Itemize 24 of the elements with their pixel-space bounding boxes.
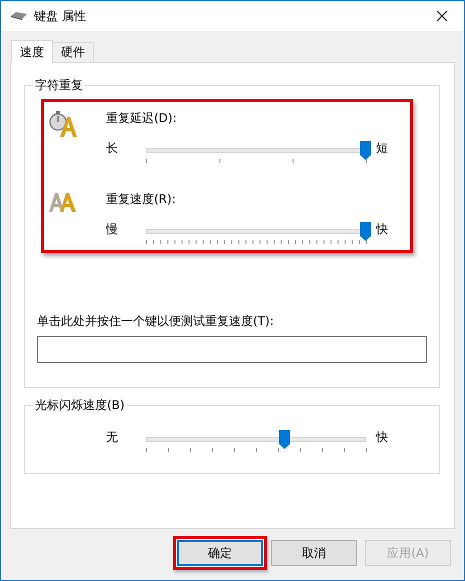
letters-icon [48, 191, 78, 213]
dialog-button[interactable]: 确定 [177, 540, 263, 566]
group-title: 光标闪烁速度(B) [33, 397, 127, 414]
slider-min-label: 长 [106, 141, 119, 155]
slider-thumb[interactable] [360, 141, 371, 160]
slider-max-label: 快 [376, 222, 388, 236]
tab[interactable]: 速度 [11, 40, 53, 63]
close-icon [436, 10, 448, 22]
slider-max-label: 快 [376, 430, 388, 444]
input-field[interactable] [37, 336, 427, 363]
keyboard-icon [10, 11, 28, 21]
slider-thumb[interactable] [278, 430, 290, 449]
slider-min-label: 慢 [106, 222, 119, 236]
window-title: 键盘 属性 [34, 8, 86, 24]
group-title: 字符重复 [33, 77, 85, 94]
slider-label: 重复延迟(D): [106, 110, 178, 127]
slider-max-label: 短 [376, 141, 388, 155]
slider-min-label: 无 [106, 430, 119, 444]
slider-label: 重复速度(R): [106, 191, 177, 208]
stopwatch-letter-icon [48, 110, 78, 138]
dialog-button[interactable]: 取消 [271, 540, 357, 566]
slider-thumb[interactable] [360, 222, 371, 241]
tab[interactable]: 硬件 [52, 42, 94, 62]
field-label: 单击此处并按住一个键以便测试重复速度(T): [37, 313, 275, 330]
